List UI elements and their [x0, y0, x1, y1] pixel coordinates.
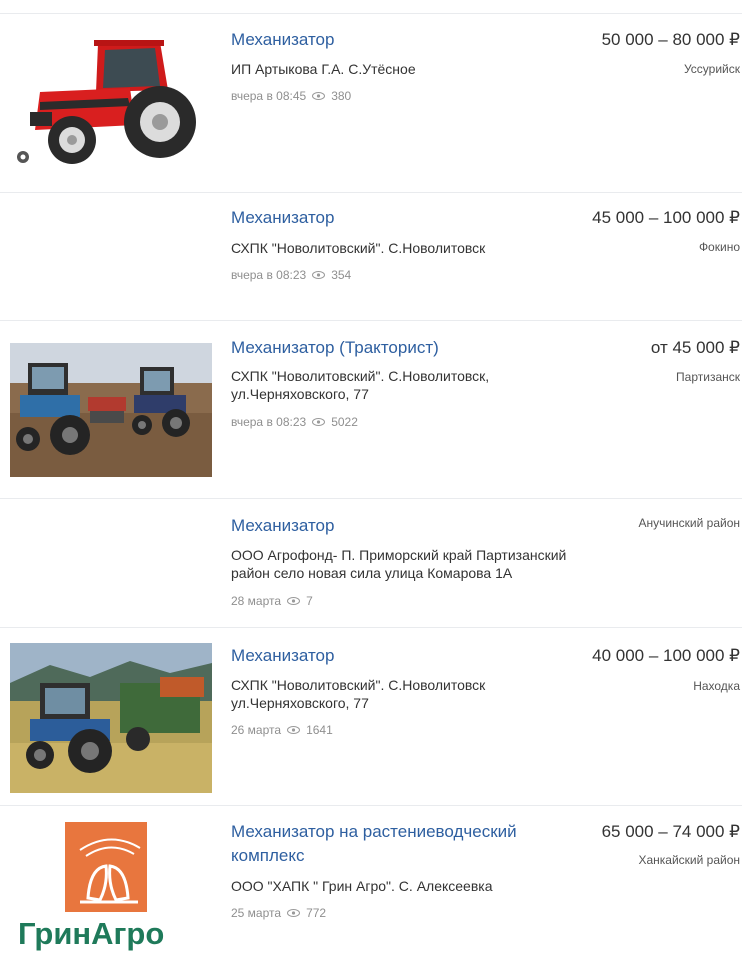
separator [0, 805, 742, 806]
listing-1-views: 380 [331, 89, 352, 103]
eye-icon [312, 92, 326, 100]
listing-5-views: 1641 [306, 723, 333, 737]
listing-3-views: 5022 [331, 415, 358, 429]
listing-1-thumbnail[interactable] [10, 30, 212, 170]
listing-4-views: 7 [306, 594, 313, 608]
eye-icon [312, 418, 326, 426]
separator [0, 192, 742, 193]
listing-3-salary: от 45 000 ₽ [650, 338, 740, 357]
listing-2-company: СХПК "Новолитовский". С.Новолитовск [231, 240, 486, 256]
separator [0, 13, 742, 14]
listing-6-city: Ханкайский район [638, 853, 740, 867]
listing-3-date: вчера в 08:23 [231, 415, 307, 429]
eye-icon [287, 726, 301, 734]
hay-baler-tractor-image [10, 643, 212, 793]
listing-5-company-line2: ул.Черняховского, 77 [231, 695, 369, 711]
listing-6-date: 25 марта [231, 906, 282, 920]
listing-6-salary: 65 000 – 74 000 ₽ [601, 822, 740, 841]
listing-1-title[interactable]: Механизатор [231, 29, 334, 51]
eye-icon [312, 271, 326, 279]
eye-icon [287, 597, 301, 605]
red-tractor-image [10, 30, 212, 170]
listing-4-title[interactable]: Механизатор [231, 515, 334, 537]
listing-5-salary: 40 000 – 100 000 ₽ [592, 646, 740, 665]
listing-2-city: Фокино [698, 240, 740, 254]
listing-1-city: Уссурийск [683, 62, 740, 76]
separator [0, 627, 742, 628]
listing-6-title-line2[interactable]: комплекс [231, 845, 304, 867]
listing-6-meta: 25 марта 772 [231, 905, 326, 921]
listing-1-date: вчера в 08:45 [231, 89, 307, 103]
listing-2-title[interactable]: Механизатор [231, 207, 334, 229]
separator [0, 320, 742, 321]
listing-1-salary: 50 000 – 80 000 ₽ [601, 30, 740, 49]
listing-1-meta: вчера в 08:45 380 [231, 88, 351, 104]
listing-4-city: Анучинский район [638, 516, 740, 530]
listing-5-date: 26 марта [231, 723, 282, 737]
separator [0, 498, 742, 499]
listing-5-thumbnail[interactable] [10, 643, 212, 793]
listing-2-salary: 45 000 – 100 000 ₽ [592, 208, 740, 227]
listing-3-meta: вчера в 08:23 5022 [231, 414, 358, 430]
listing-6-company: ООО "ХАПК " Грин Агро". С. Алексеевка [231, 878, 493, 894]
listing-2-meta: вчера в 08:23 354 [231, 267, 351, 283]
listing-4-company-line1: ООО Агрофонд- П. Приморский край Партиза… [231, 547, 567, 563]
listing-4-meta: 28 марта 7 [231, 593, 313, 609]
listing-3-company-line1: СХПК "Новолитовский". С.Новолитовск, [231, 368, 490, 384]
field-tractors-image [10, 343, 212, 477]
listing-2-views: 354 [331, 268, 352, 282]
listing-6-thumbnail[interactable]: ГринАгро [10, 818, 212, 957]
listing-4-company-line2: район село новая сила улица Комарова 1А [231, 565, 513, 581]
listing-4-date: 28 марта [231, 594, 282, 608]
listing-3-thumbnail[interactable] [10, 343, 212, 477]
logo-text: ГринАгро [18, 916, 165, 951]
listing-3-title[interactable]: Механизатор (Тракторист) [231, 337, 439, 359]
listing-5-title[interactable]: Механизатор [231, 645, 334, 667]
listing-5-city: Находка [693, 679, 740, 693]
listing-5-meta: 26 марта 1641 [231, 722, 333, 738]
eye-icon [287, 909, 301, 917]
listing-6-title-line1[interactable]: Механизатор на растениеводческий [231, 821, 517, 843]
listing-2-date: вчера в 08:23 [231, 268, 307, 282]
listing-1-company: ИП Артыкова Г.А. С.Утёсное [231, 61, 416, 77]
listing-3-company-line2: ул.Черняховского, 77 [231, 386, 369, 402]
listing-3-city: Партизанск [676, 370, 740, 384]
listing-6-views: 772 [306, 906, 327, 920]
listing-5-company-line1: СХПК "Новолитовский". С.Новолитовск [231, 677, 486, 693]
